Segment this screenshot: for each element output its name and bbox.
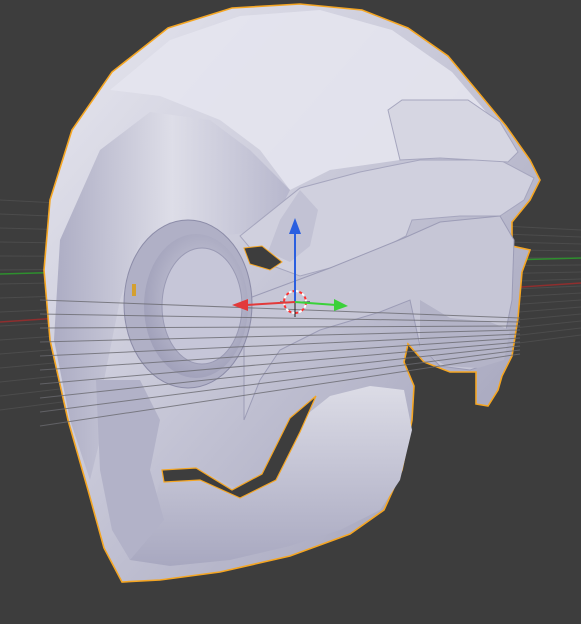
- viewport-scene[interactable]: [0, 0, 581, 624]
- ear-detail: [132, 284, 136, 296]
- helmet-mesh[interactable]: [43, 3, 541, 583]
- brow-plate: [387, 99, 519, 163]
- 3d-viewport[interactable]: [0, 0, 581, 624]
